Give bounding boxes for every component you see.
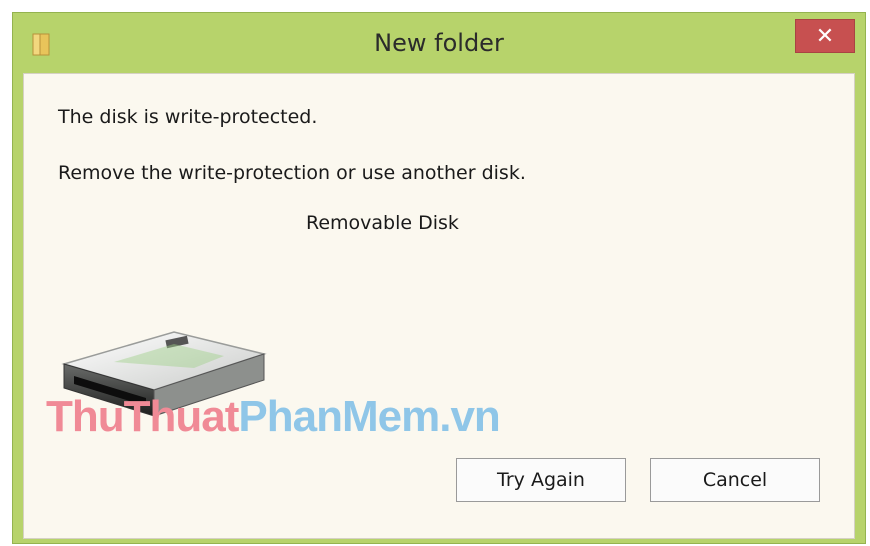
instruction-message: Remove the write-protection or use anoth… [58, 162, 526, 184]
device-name: Removable Disk [306, 212, 459, 234]
error-message: The disk is write-protected. [58, 106, 318, 128]
cancel-button[interactable]: Cancel [650, 458, 820, 502]
dialog-content: The disk is write-protected. Remove the … [23, 73, 855, 539]
close-button[interactable]: ✕ [795, 19, 855, 53]
title-bar[interactable]: New folder ✕ [13, 13, 865, 73]
window-title: New folder [374, 29, 504, 57]
try-again-button[interactable]: Try Again [456, 458, 626, 502]
dialog-window: New folder ✕ The disk is write-protected… [12, 12, 866, 544]
watermark: ThuThuatPhanMem.vn [46, 392, 501, 442]
watermark-part3: .vn [439, 392, 501, 441]
watermark-part1: ThuThuat [46, 392, 239, 441]
watermark-part2: PhanMem [238, 392, 440, 441]
close-icon: ✕ [815, 23, 835, 49]
